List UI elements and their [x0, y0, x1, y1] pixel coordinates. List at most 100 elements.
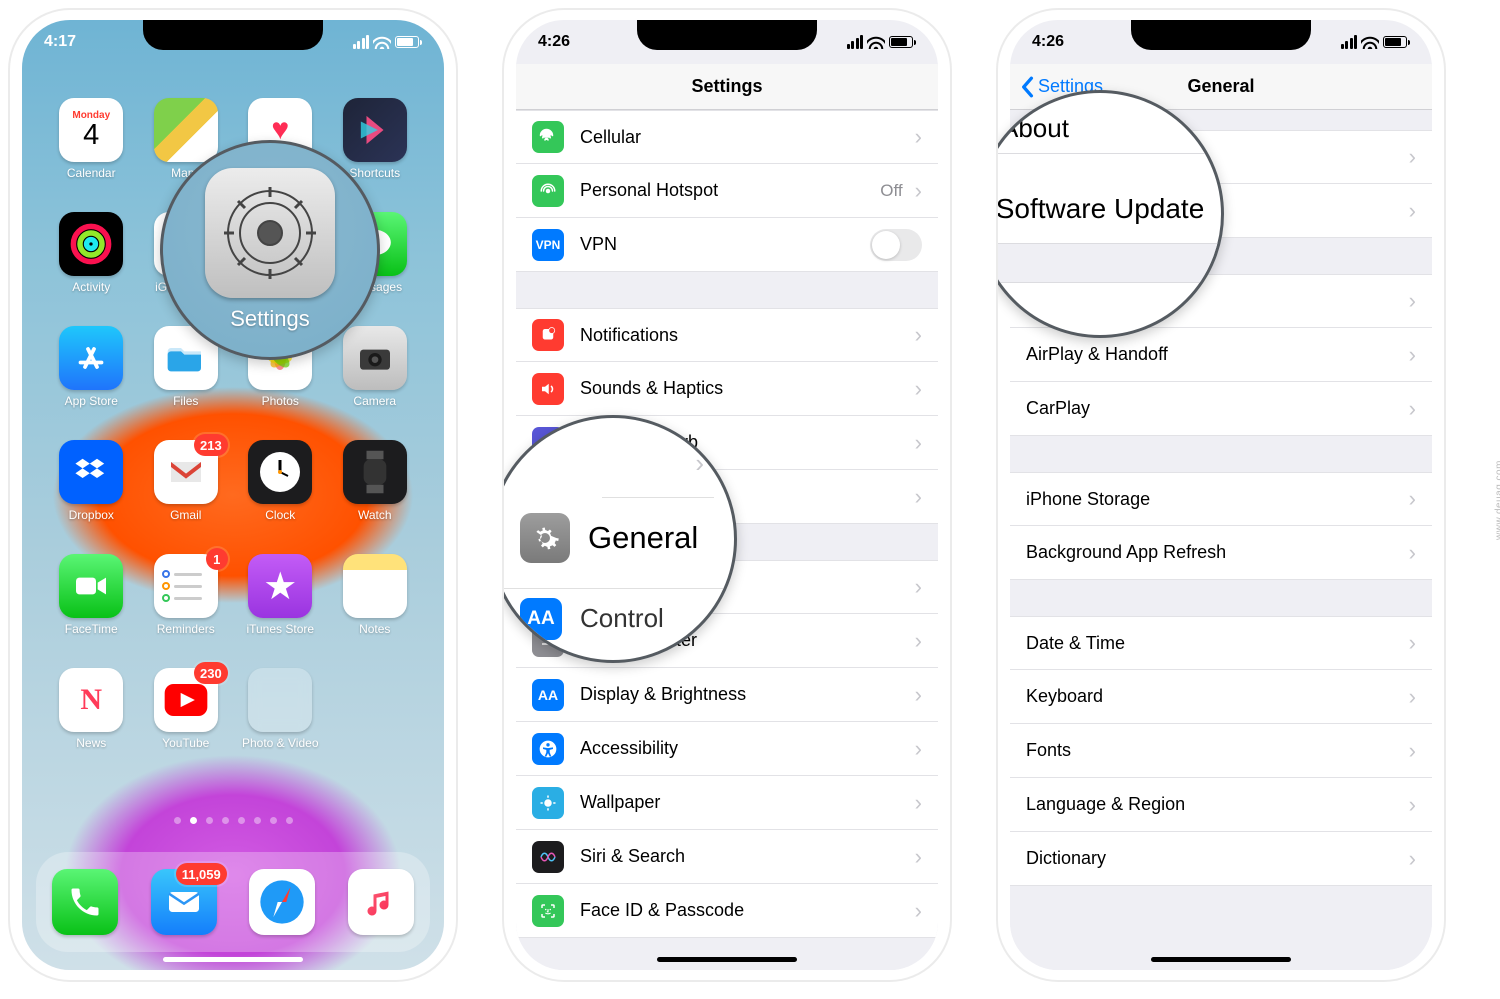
- nav-title: Settings: [691, 76, 762, 97]
- app-label: YouTube: [162, 736, 209, 750]
- app-itunes-store[interactable]: ★ iTunes Store: [233, 554, 328, 664]
- cell-date-time[interactable]: Date & Time›: [1010, 616, 1432, 670]
- chevron-right-icon: ›: [915, 790, 922, 816]
- cell-face-id-passcode[interactable]: Face ID & Passcode›: [516, 884, 938, 938]
- cell-label: Accessibility: [580, 738, 911, 759]
- notch: [1131, 20, 1311, 50]
- home-indicator[interactable]: [163, 957, 303, 962]
- cell-language-region[interactable]: Language & Region›: [1010, 778, 1432, 832]
- chevron-right-icon: ›: [1409, 792, 1416, 818]
- cell-label: Notifications: [580, 325, 911, 346]
- cellular-icon: [532, 121, 564, 153]
- app-gmail[interactable]: 213 Gmail: [139, 440, 234, 550]
- app-label: Camera: [353, 394, 396, 408]
- app-calendar[interactable]: Monday 4 Calendar: [44, 98, 139, 208]
- magnify-control-partial: Control: [580, 603, 664, 634]
- chevron-right-icon: ›: [915, 574, 922, 600]
- dock-safari[interactable]: [249, 869, 315, 935]
- badge: 11,059: [176, 863, 227, 885]
- signal-icon: [847, 35, 864, 49]
- cell-label: iPhone Storage: [1026, 489, 1405, 510]
- app-reminders[interactable]: 1 Reminders: [139, 554, 234, 664]
- app-appstore[interactable]: App Store: [44, 326, 139, 436]
- folder-photo-video[interactable]: Photo & Video: [233, 668, 328, 778]
- cell-cellular[interactable]: Cellular›: [516, 110, 938, 164]
- app-news[interactable]: N News: [44, 668, 139, 778]
- cell-fonts[interactable]: Fonts›: [1010, 724, 1432, 778]
- magnify-software-update-label: Software Update: [998, 193, 1221, 225]
- gmail-icon: 213: [154, 440, 218, 504]
- home-indicator[interactable]: [657, 957, 797, 962]
- cell-label: Dictionary: [1026, 848, 1405, 869]
- phone-home-screen: 4:17 Monday 4 Calendar: [10, 10, 456, 980]
- cell-label: VPN: [580, 234, 870, 255]
- cell-keyboard[interactable]: Keyboard›: [1010, 670, 1432, 724]
- notch: [143, 20, 323, 50]
- app-label: News: [76, 736, 106, 750]
- phone-general-settings: 4:26 Settings General About›Software Upd…: [998, 10, 1444, 980]
- cell-display-brightness[interactable]: AADisplay & Brightness›: [516, 668, 938, 722]
- cell-vpn[interactable]: VPNVPN: [516, 218, 938, 272]
- facetime-icon: [59, 554, 123, 618]
- cell-label: Wallpaper: [580, 792, 911, 813]
- magnify-settings-app: Settings: [160, 140, 380, 360]
- app-notes[interactable]: Notes: [328, 554, 423, 664]
- display-letter-icon: AA: [520, 598, 562, 640]
- chevron-right-icon: ›: [1409, 486, 1416, 512]
- itunes-icon: ★: [248, 554, 312, 618]
- gear-icon: [520, 513, 570, 563]
- wallpaper-icon: [532, 787, 564, 819]
- wifi-icon: [373, 36, 391, 49]
- wifi-icon: [867, 36, 885, 49]
- chevron-right-icon: ›: [1409, 630, 1416, 656]
- dock-phone[interactable]: [52, 869, 118, 935]
- cell-carplay[interactable]: CarPlay›: [1010, 382, 1432, 436]
- chevron-right-icon: ›: [915, 628, 922, 654]
- chevron-right-icon: ›: [1409, 846, 1416, 872]
- wifi-icon: [1361, 36, 1379, 49]
- cell-siri-search[interactable]: Siri & Search›: [516, 830, 938, 884]
- chevron-right-icon: ›: [915, 898, 922, 924]
- cell-detail: Off: [880, 181, 902, 201]
- cell-notifications[interactable]: Notifications›: [516, 308, 938, 362]
- chevron-right-icon: ›: [1409, 738, 1416, 764]
- cell-accessibility[interactable]: Accessibility›: [516, 722, 938, 776]
- dock: 11,059: [36, 852, 430, 952]
- cell-wallpaper[interactable]: Wallpaper›: [516, 776, 938, 830]
- chevron-right-icon: ›: [915, 376, 922, 402]
- cell-background-app-refresh[interactable]: Background App Refresh›: [1010, 526, 1432, 580]
- cell-iphone-storage[interactable]: iPhone Storage›: [1010, 472, 1432, 526]
- app-youtube[interactable]: 230 YouTube: [139, 668, 234, 778]
- display-icon: AA: [532, 679, 564, 711]
- cell-dictionary[interactable]: Dictionary›: [1010, 832, 1432, 886]
- toggle[interactable]: [870, 229, 922, 261]
- cell-airplay-handoff[interactable]: AirPlay & Handoff›: [1010, 328, 1432, 382]
- app-activity[interactable]: Activity: [44, 212, 139, 322]
- magnify-software-update: About Software Update ›: [998, 90, 1224, 338]
- app-label: Clock: [265, 508, 295, 522]
- notch: [637, 20, 817, 50]
- clock-icon: [248, 440, 312, 504]
- nav-bar: Settings: [516, 64, 938, 110]
- app-label: FaceTime: [65, 622, 118, 636]
- app-clock[interactable]: Clock: [233, 440, 328, 550]
- cell-sounds-haptics[interactable]: Sounds & Haptics›: [516, 362, 938, 416]
- cell-label: Face ID & Passcode: [580, 900, 911, 921]
- dock-music[interactable]: [348, 869, 414, 935]
- app-watch[interactable]: Watch: [328, 440, 423, 550]
- app-facetime[interactable]: FaceTime: [44, 554, 139, 664]
- app-camera[interactable]: Camera: [328, 326, 423, 436]
- home-indicator[interactable]: [1151, 957, 1291, 962]
- app-dropbox[interactable]: Dropbox: [44, 440, 139, 550]
- magnify-label: Settings: [230, 306, 310, 332]
- page-indicator[interactable]: [22, 817, 444, 824]
- cell-label: Keyboard: [1026, 686, 1405, 707]
- dock-mail[interactable]: 11,059: [151, 869, 217, 935]
- phone-settings-root: 4:26 Settings Cellular›Personal HotspotO…: [504, 10, 950, 980]
- app-label: iTunes Store: [246, 622, 314, 636]
- magnify-about-partial: About: [1001, 113, 1069, 144]
- chevron-right-icon: ›: [915, 484, 922, 510]
- app-label: Shortcuts: [349, 166, 400, 180]
- cell-personal-hotspot[interactable]: Personal HotspotOff›: [516, 164, 938, 218]
- magnify-general-row: › General AA Control: [504, 415, 737, 663]
